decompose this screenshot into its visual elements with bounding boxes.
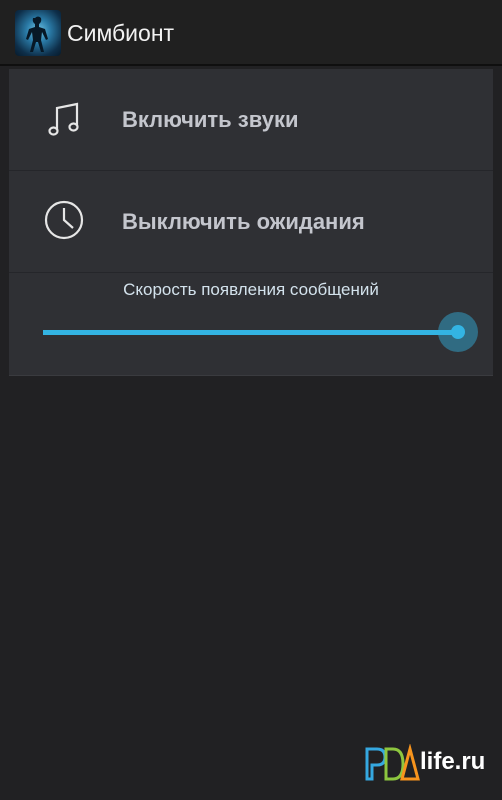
pda-logo-icon xyxy=(365,743,420,781)
settings-list: Включить звуки Выключить ожидания Скорос… xyxy=(9,69,493,375)
message-speed-label: Скорость появления сообщений xyxy=(123,280,379,299)
app-icon[interactable] xyxy=(15,10,61,56)
message-speed-setting: Скорость появления сообщений xyxy=(9,273,493,375)
slider-thumb-dot xyxy=(451,325,465,339)
action-bar: Симбионт xyxy=(0,0,502,66)
toggle-sounds-label: Включить звуки xyxy=(122,107,299,132)
watermark-text: life.ru xyxy=(420,748,486,775)
slider-fill xyxy=(43,330,458,335)
music-note-icon xyxy=(48,102,79,136)
app-title: Симбионт xyxy=(67,20,175,46)
disable-waiting-item[interactable]: Выключить ожидания xyxy=(9,171,493,272)
disable-waiting-label: Выключить ожидания xyxy=(122,209,365,234)
slider-thumb[interactable] xyxy=(438,312,478,352)
toggle-sounds-item[interactable]: Включить звуки xyxy=(9,69,493,170)
message-speed-slider[interactable] xyxy=(43,330,458,335)
clock-icon xyxy=(44,200,84,240)
watermark: life.ru xyxy=(364,743,500,784)
